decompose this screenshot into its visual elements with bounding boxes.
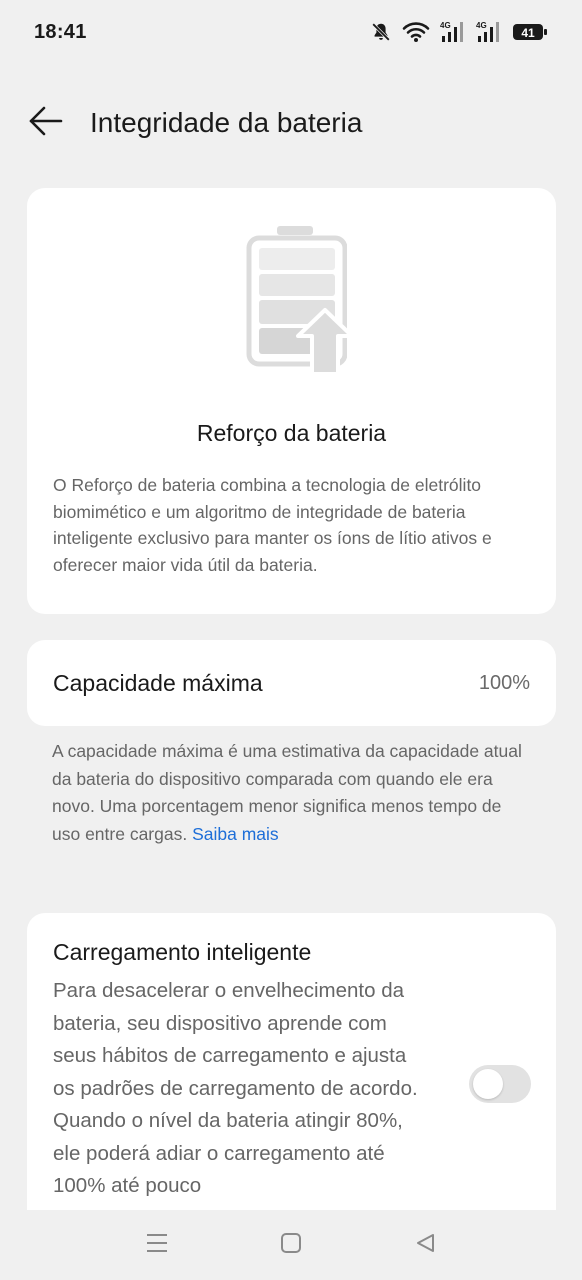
- home-button[interactable]: [267, 1221, 315, 1269]
- page-title: Integridade da bateria: [90, 107, 363, 138]
- max-capacity-note: A capacidade máxima é uma estimativa da …: [52, 738, 534, 848]
- battery-level: 41: [521, 26, 535, 40]
- max-capacity-note-text: A capacidade máxima é uma estimativa da …: [52, 741, 522, 844]
- learn-more-link[interactable]: Saiba mais: [192, 824, 279, 844]
- battery-icon: 41: [512, 22, 548, 42]
- navigation-bar: [0, 1210, 582, 1280]
- signal-4g-icon: 4G: [440, 20, 466, 44]
- app-header: Integridade da bateria: [0, 92, 582, 154]
- network-label-1: 4G: [440, 21, 451, 30]
- toggle-knob: [473, 1069, 503, 1099]
- back-triangle-icon: [414, 1232, 436, 1259]
- home-icon: [280, 1232, 302, 1259]
- bell-muted-icon: [370, 21, 392, 43]
- max-capacity-label: Capacidade máxima: [53, 669, 263, 696]
- back-button[interactable]: [22, 99, 70, 147]
- max-capacity-value: 100%: [478, 671, 530, 694]
- nav-back-button[interactable]: [401, 1221, 449, 1269]
- network-label-2: 4G: [476, 21, 487, 30]
- recent-apps-button[interactable]: [133, 1221, 181, 1269]
- wifi-icon: [402, 21, 430, 43]
- menu-icon: [145, 1232, 169, 1259]
- smart-charging-card[interactable]: Carregamento inteligente Para desacelera…: [27, 913, 556, 1233]
- battery-boost-card: Reforço da bateria O Reforço de bateria …: [27, 188, 556, 614]
- max-capacity-row[interactable]: Capacidade máxima 100%: [27, 640, 556, 726]
- smart-charging-title: Carregamento inteligente: [53, 939, 312, 965]
- battery-boost-title: Reforço da bateria: [196, 420, 387, 446]
- signal-4g-icon: 4G: [476, 20, 502, 44]
- status-time: 18:41: [34, 20, 87, 43]
- smart-charging-toggle[interactable]: [469, 1065, 531, 1103]
- arrow-left-icon: [28, 106, 64, 141]
- status-icons: 4G 4G 41: [370, 20, 548, 44]
- battery-boost-description: O Reforço de bateria combina a tecnologi…: [53, 475, 492, 575]
- battery-boost-icon: [27, 218, 556, 378]
- smart-charging-description: Para desacelerar o envelhecimento da bat…: [53, 979, 418, 1197]
- status-bar: 18:41 4G 4G 41: [0, 0, 582, 64]
